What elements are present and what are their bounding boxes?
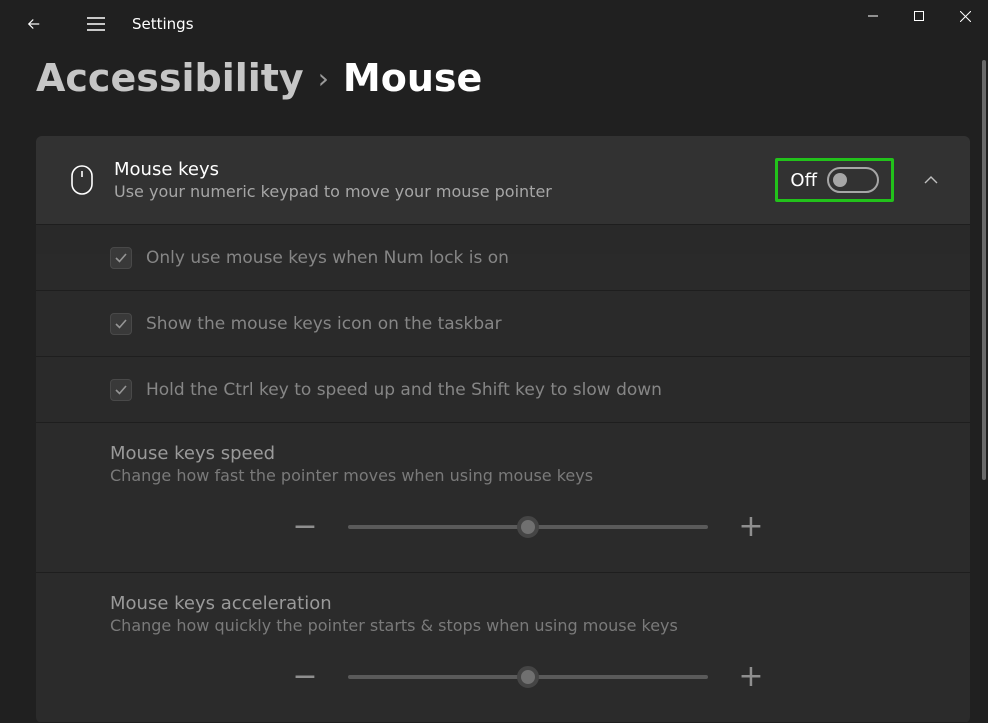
acceleration-slider[interactable] (348, 675, 708, 679)
acceleration-decrease-button[interactable]: − (290, 659, 320, 694)
content: Mouse keys Use your numeric keypad to mo… (0, 118, 988, 723)
mouse-keys-title: Mouse keys (114, 159, 775, 180)
speed-decrease-button[interactable]: − (290, 509, 320, 544)
highlight-annotation: Off (775, 158, 894, 202)
page-header: Accessibility › Mouse (0, 48, 988, 118)
checkbox-ctrl-shift[interactable] (110, 379, 132, 401)
acceleration-description: Change how quickly the pointer starts & … (110, 616, 946, 635)
mouse-keys-description: Use your numeric keypad to move your mou… (114, 182, 775, 201)
mouse-keys-toggle[interactable] (827, 167, 879, 193)
mouse-keys-text: Mouse keys Use your numeric keypad to mo… (104, 159, 775, 201)
speed-increase-button[interactable]: + (736, 509, 766, 544)
option-taskbar-row: Show the mouse keys icon on the taskbar (36, 291, 970, 357)
option-taskbar-label: Show the mouse keys icon on the taskbar (146, 314, 502, 334)
close-button[interactable] (942, 0, 988, 32)
speed-description: Change how fast the pointer moves when u… (110, 466, 946, 485)
checkbox-taskbar[interactable] (110, 313, 132, 335)
option-ctrl-shift-row: Hold the Ctrl key to speed up and the Sh… (36, 357, 970, 423)
minimize-button[interactable] (850, 0, 896, 32)
back-button[interactable] (20, 10, 48, 38)
mouse-keys-row[interactable]: Mouse keys Use your numeric keypad to mo… (36, 136, 970, 225)
breadcrumb-current: Mouse (343, 56, 482, 100)
chevron-right-icon: › (318, 62, 329, 95)
option-ctrl-shift-label: Hold the Ctrl key to speed up and the Sh… (146, 380, 662, 400)
breadcrumb: Accessibility › Mouse (36, 56, 952, 100)
acceleration-increase-button[interactable]: + (736, 659, 766, 694)
window-controls (850, 0, 988, 32)
scrollbar[interactable] (982, 60, 986, 706)
toggle-label: Off (790, 170, 817, 191)
slider-acceleration-row: Mouse keys acceleration Change how quick… (36, 573, 970, 723)
titlebar: Settings (0, 0, 988, 48)
maximize-button[interactable] (896, 0, 942, 32)
chevron-up-icon[interactable] (916, 176, 946, 184)
acceleration-title: Mouse keys acceleration (110, 593, 946, 614)
option-numlock-label: Only use mouse keys when Num lock is on (146, 248, 509, 268)
mouse-keys-toggle-area: Off (775, 158, 946, 202)
option-numlock-row: Only use mouse keys when Num lock is on (36, 225, 970, 291)
checkbox-numlock[interactable] (110, 247, 132, 269)
speed-slider[interactable] (348, 525, 708, 529)
app-title: Settings (132, 15, 194, 33)
mouse-keys-group: Mouse keys Use your numeric keypad to mo… (36, 136, 970, 723)
slider-speed-row: Mouse keys speed Change how fast the poi… (36, 423, 970, 573)
hamburger-icon[interactable] (76, 4, 116, 44)
speed-title: Mouse keys speed (110, 443, 946, 464)
breadcrumb-parent[interactable]: Accessibility (36, 56, 304, 100)
mouse-icon (60, 165, 104, 195)
